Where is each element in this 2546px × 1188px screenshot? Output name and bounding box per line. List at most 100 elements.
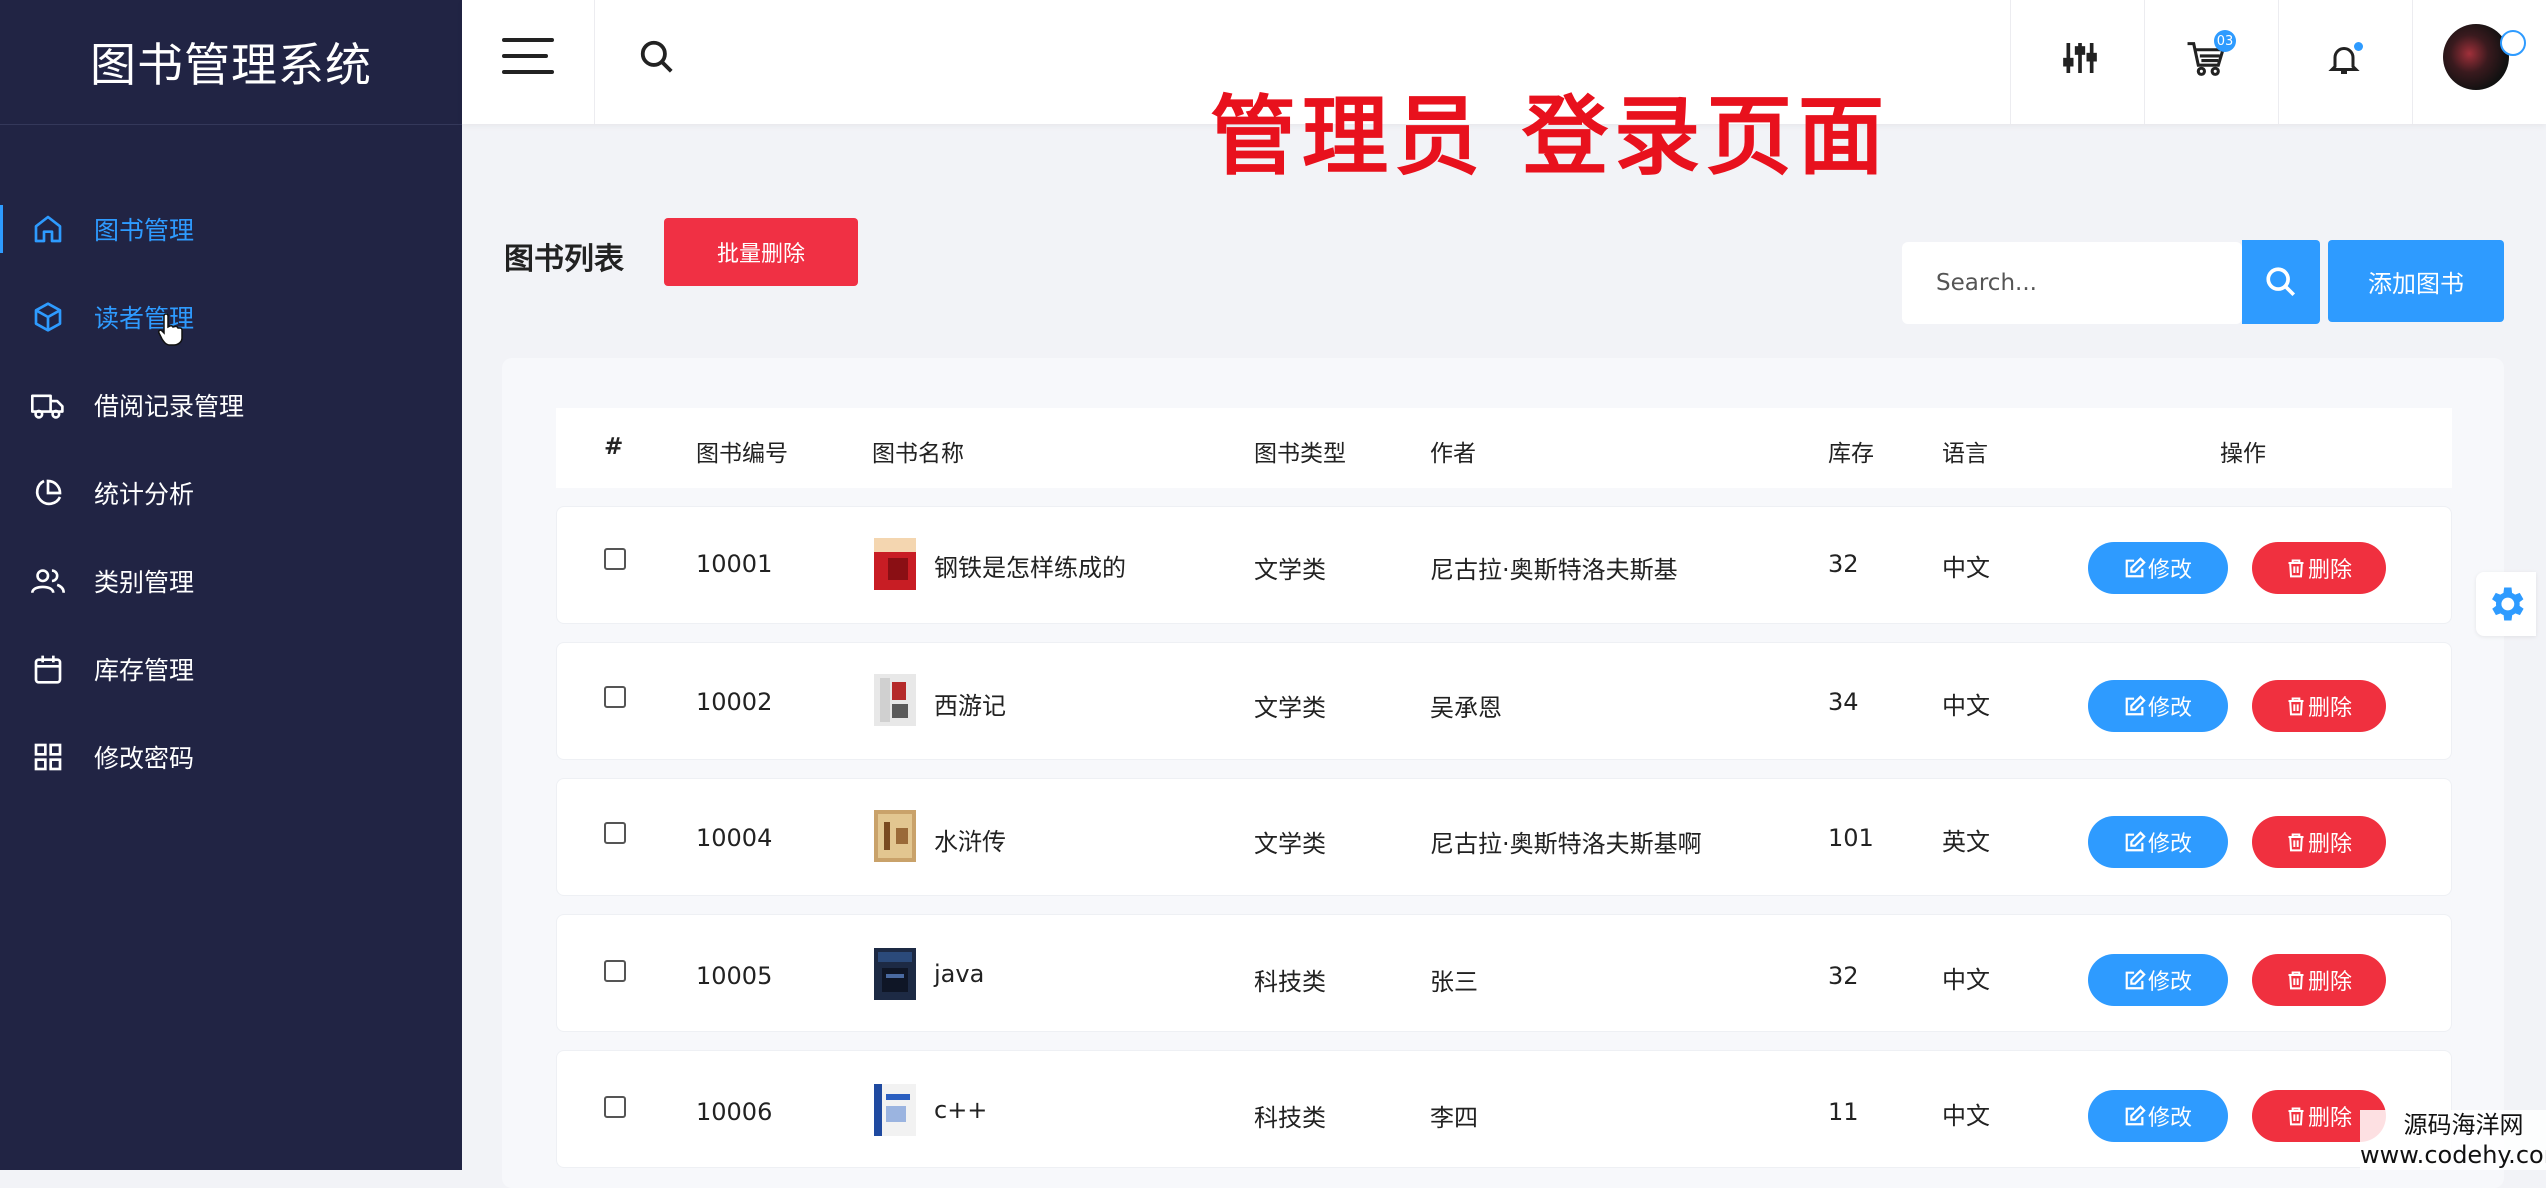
- grid-icon: [26, 735, 70, 779]
- divider: [594, 0, 595, 124]
- book-name: 钢铁是怎样练成的: [934, 554, 1126, 582]
- sidebar-item-label: 图书管理: [94, 216, 195, 245]
- settings-gear-icon[interactable]: [2476, 572, 2536, 636]
- divider: [2412, 0, 2413, 124]
- book-stock: 34: [1828, 688, 1859, 716]
- delete-button[interactable]: 删除: [2252, 542, 2386, 594]
- column-header: 库存: [1828, 441, 1874, 467]
- book-name: 西游记: [934, 692, 1006, 720]
- book-name: java: [934, 960, 985, 988]
- trash-icon: [2288, 697, 2304, 716]
- book-stock: 101: [1828, 824, 1874, 852]
- sidebar-item-inventory[interactable]: 库存管理: [0, 625, 462, 713]
- sidebar-item-label: 借阅记录管理: [94, 392, 245, 421]
- row-checkbox[interactable]: [604, 1096, 626, 1118]
- delete-button[interactable]: 删除: [2252, 816, 2386, 868]
- calendar-icon: [26, 647, 70, 691]
- book-id: 10005: [696, 962, 773, 990]
- users-icon: [26, 559, 70, 603]
- pie-chart-icon: [26, 471, 70, 515]
- trash-icon: [2288, 1107, 2304, 1126]
- book-name: 水浒传: [934, 828, 1006, 856]
- edit-icon: [2125, 1105, 2146, 1126]
- book-name: c++: [934, 1096, 988, 1124]
- book-cover: [874, 538, 916, 590]
- book-cover: [874, 948, 916, 1000]
- divider: [2278, 0, 2279, 124]
- book-id: 10006: [696, 1098, 773, 1126]
- edit-icon: [2125, 969, 2146, 990]
- cart-badge: 03: [2214, 30, 2236, 52]
- book-language: 英文: [1942, 828, 1990, 856]
- book-type: 文学类: [1254, 556, 1326, 584]
- column-header: 作者: [1430, 441, 1476, 467]
- avatar[interactable]: [2443, 24, 2509, 90]
- trash-icon: [2288, 559, 2304, 578]
- book-id: 10002: [696, 688, 773, 716]
- edit-button[interactable]: 修改: [2088, 1090, 2228, 1142]
- book-type: 科技类: [1254, 1104, 1326, 1132]
- book-author: 吴承恩: [1430, 694, 1502, 722]
- book-type: 科技类: [1254, 968, 1326, 996]
- delete-button[interactable]: 删除: [2252, 680, 2386, 732]
- batch-delete-button[interactable]: 批量删除: [664, 218, 858, 286]
- add-book-button[interactable]: 添加图书: [2328, 240, 2504, 322]
- sidebar-item-label: 类别管理: [94, 568, 195, 597]
- row-checkbox[interactable]: [604, 822, 626, 844]
- sliders-icon[interactable]: [2060, 38, 2100, 82]
- app-title: 图书管理系统: [0, 0, 462, 125]
- search-input[interactable]: [1902, 242, 2242, 324]
- sidebar-item-categories[interactable]: 类别管理: [0, 537, 462, 625]
- overlay-title: 管理员 登录页面: [1210, 87, 1890, 187]
- edit-button[interactable]: 修改: [2088, 680, 2228, 732]
- sidebar-item-label: 库存管理: [94, 656, 195, 685]
- sidebar-item-change-password[interactable]: 修改密码: [0, 713, 462, 801]
- book-author: 尼古拉·奥斯特洛夫斯基: [1430, 556, 1678, 584]
- row-checkbox[interactable]: [604, 548, 626, 570]
- search-icon[interactable]: [638, 38, 676, 80]
- column-header: 图书类型: [1254, 441, 1346, 467]
- book-language: 中文: [1942, 692, 1990, 720]
- search-icon: [2266, 267, 2296, 297]
- column-header: #: [604, 434, 624, 460]
- sidebar-nav: 图书管理 读者管理 借阅记录管理 统计分析 类别管理 库存管理 修改密码: [0, 125, 462, 801]
- menu-icon[interactable]: [502, 38, 554, 82]
- row-checkbox[interactable]: [604, 686, 626, 708]
- edit-icon: [2125, 557, 2146, 578]
- book-stock: 32: [1828, 962, 1859, 990]
- book-type: 文学类: [1254, 830, 1326, 858]
- book-cover: [874, 1084, 916, 1136]
- edit-button[interactable]: 修改: [2088, 954, 2228, 1006]
- hand-cursor-icon: [158, 313, 183, 346]
- column-header: 操作: [2220, 441, 2266, 467]
- avatar-status-badge: [2500, 30, 2526, 56]
- sidebar-item-label: 统计分析: [94, 480, 195, 509]
- truck-icon: [26, 383, 70, 427]
- edit-button[interactable]: 修改: [2088, 816, 2228, 868]
- trash-icon: [2288, 971, 2304, 990]
- sidebar-item-books[interactable]: 图书管理: [0, 185, 462, 273]
- search-button[interactable]: [2242, 240, 2320, 324]
- column-header: 图书编号: [696, 441, 788, 467]
- page-title: 图书列表: [504, 242, 624, 277]
- row-checkbox[interactable]: [604, 960, 626, 982]
- sidebar-item-borrow-records[interactable]: 借阅记录管理: [0, 361, 462, 449]
- divider: [2144, 0, 2145, 124]
- book-type: 文学类: [1254, 694, 1326, 722]
- home-icon: [26, 207, 70, 251]
- edit-icon: [2125, 695, 2146, 716]
- divider: [2010, 0, 2011, 124]
- edit-icon: [2125, 831, 2146, 852]
- book-author: 张三: [1430, 968, 1478, 996]
- delete-button[interactable]: 删除: [2252, 954, 2386, 1006]
- edit-button[interactable]: 修改: [2088, 542, 2228, 594]
- book-stock: 32: [1828, 550, 1859, 578]
- book-id: 10004: [696, 824, 773, 852]
- trash-icon: [2288, 833, 2304, 852]
- book-id: 10001: [696, 550, 773, 578]
- column-header: 图书名称: [872, 441, 964, 467]
- sidebar-item-statistics[interactable]: 统计分析: [0, 449, 462, 537]
- sidebar-item-label: 修改密码: [94, 744, 195, 773]
- notification-dot: [2354, 42, 2363, 51]
- sidebar-item-readers[interactable]: 读者管理: [0, 273, 462, 361]
